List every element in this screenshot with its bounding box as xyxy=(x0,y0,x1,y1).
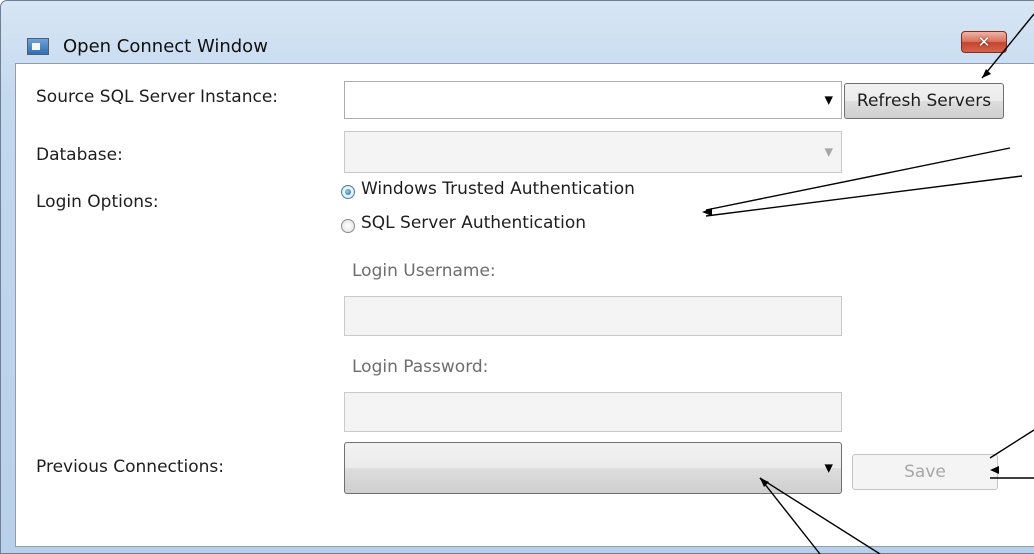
callout-leader-lines xyxy=(702,13,1034,554)
arrowhead-refresh xyxy=(982,69,991,78)
leader-line-prev-left xyxy=(759,477,821,554)
leader-line-prev-right xyxy=(759,477,881,554)
arrowhead-prev xyxy=(760,478,769,487)
leader-line-radio-upper xyxy=(705,147,1011,211)
leader-line-save-upper xyxy=(989,429,1034,459)
arrowhead-save xyxy=(990,466,999,474)
leader-line-radio-lower xyxy=(705,175,1023,217)
leader-line-refresh xyxy=(981,13,1034,79)
